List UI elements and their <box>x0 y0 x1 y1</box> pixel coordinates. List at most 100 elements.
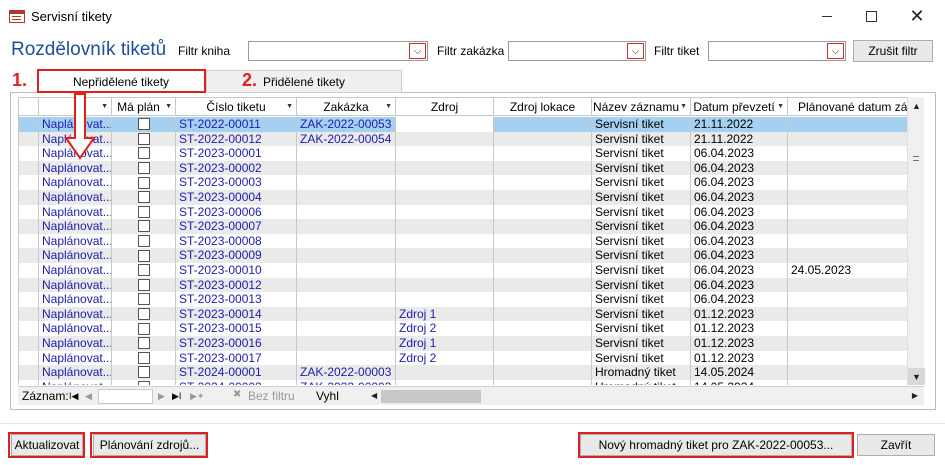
planovane-datum-cell[interactable] <box>788 321 908 336</box>
datum-prevzeti-cell[interactable]: 01.12.2023 <box>691 306 788 322</box>
checkbox[interactable] <box>137 162 150 175</box>
datum-prevzeti-cell[interactable]: 06.04.2023 <box>691 219 788 234</box>
schedule-link[interactable]: Naplánovat... <box>39 233 112 249</box>
zdroj-lokace-cell[interactable] <box>494 335 592 351</box>
row-selector[interactable] <box>19 219 39 234</box>
checkbox[interactable] <box>137 220 150 233</box>
zdroj-cell[interactable] <box>396 175 494 190</box>
ticket-number-cell[interactable]: ST-2023-00006 <box>176 204 297 220</box>
column-header-ma-plan[interactable]: Má plán ▼ <box>112 98 176 116</box>
zdroj-lokace-cell[interactable] <box>494 175 592 190</box>
checkbox[interactable] <box>137 132 150 145</box>
sort-dropdown-icon[interactable]: ▼ <box>777 103 784 110</box>
nazev-cell[interactable]: Servisní tiket <box>592 233 691 249</box>
row-selector[interactable] <box>19 175 39 190</box>
sort-dropdown-icon[interactable]: ▼ <box>680 103 687 110</box>
sort-dropdown-icon[interactable]: ▼ <box>165 103 172 110</box>
datum-prevzeti-cell[interactable]: 14.05.2024 <box>691 379 788 385</box>
schedule-link[interactable]: Naplánovat... <box>39 248 112 263</box>
planovane-datum-cell[interactable] <box>788 160 908 176</box>
ticket-number-cell[interactable]: ST-2023-00003 <box>176 175 297 190</box>
planovane-datum-cell[interactable] <box>788 131 908 147</box>
zakazka-cell[interactable] <box>297 335 396 351</box>
zdroj-cell[interactable] <box>396 379 494 385</box>
planovane-datum-cell[interactable] <box>788 292 908 307</box>
nazev-cell[interactable]: Servisní tiket <box>592 175 691 190</box>
zdroj-cell[interactable] <box>396 117 494 132</box>
datum-prevzeti-cell[interactable]: 06.04.2023 <box>691 277 788 293</box>
schedule-link[interactable]: Naplánovat... <box>39 204 112 220</box>
column-header-datum-prevzeti[interactable]: Datum převzetí ▼ <box>691 98 788 116</box>
last-record-icon[interactable]: ▶I <box>172 391 181 402</box>
scroll-left-icon[interactable]: ◀ <box>371 391 377 400</box>
zakazka-cell[interactable]: ZAK-2022-00003 <box>297 379 396 385</box>
zakazka-cell[interactable] <box>297 204 396 220</box>
grid-horizontal-scrollbar[interactable]: ◀ ▶ <box>369 389 922 404</box>
planovane-datum-cell[interactable] <box>788 379 908 385</box>
prev-record-icon[interactable]: ◀ <box>85 391 92 402</box>
checkbox[interactable] <box>137 308 150 321</box>
zdroj-cell[interactable]: Zdroj 1 <box>396 335 494 351</box>
next-record-icon[interactable]: ▶ <box>158 391 165 402</box>
scroll-down-icon[interactable]: ▼ <box>908 368 925 385</box>
table-row[interactable]: Naplánovat... ST-2023-00002 Servisní tiket… <box>19 160 908 176</box>
table-row[interactable]: Naplánovat... ST-2023-00009 Servisní tiket… <box>19 248 908 263</box>
zdroj-lokace-cell[interactable] <box>494 233 592 249</box>
column-header-zakazka[interactable]: Zakázka ▼ <box>297 98 396 116</box>
checkbox[interactable] <box>137 293 150 306</box>
table-row[interactable]: Naplánovat... ST-2023-00008 Servisní tiket… <box>19 233 908 249</box>
zdroj-lokace-cell[interactable] <box>494 146 592 161</box>
nazev-cell[interactable]: Servisní tiket <box>592 262 691 278</box>
checkbox[interactable] <box>137 205 150 218</box>
planovane-datum-cell[interactable] <box>788 204 908 220</box>
column-header-planovane-datum[interactable]: Plánované datum zás <box>788 98 908 116</box>
nazev-cell[interactable]: Servisní tiket <box>592 204 691 220</box>
checkbox[interactable] <box>137 264 150 277</box>
checkbox[interactable] <box>137 351 150 364</box>
schedule-link[interactable]: Naplánovat... <box>39 277 112 293</box>
zakazka-cell[interactable] <box>297 160 396 176</box>
row-selector[interactable] <box>19 365 39 380</box>
nazev-cell[interactable]: Servisní tiket <box>592 306 691 322</box>
row-selector[interactable] <box>19 277 39 293</box>
zdroj-lokace-cell[interactable] <box>494 262 592 278</box>
filter-kniha-combo[interactable]: ⌵ <box>248 41 428 61</box>
ticket-number-cell[interactable]: ST-2023-00004 <box>176 189 297 205</box>
grid-vertical-scrollbar[interactable]: ▲ ▼ <box>907 97 925 385</box>
nazev-cell[interactable]: Servisní tiket <box>592 335 691 351</box>
nazev-cell[interactable]: Hromadný tiket <box>592 365 691 380</box>
schedule-link[interactable]: Naplánovat... <box>39 321 112 336</box>
nazev-cell[interactable]: Servisní tiket <box>592 219 691 234</box>
row-selector[interactable] <box>19 131 39 147</box>
zdroj-cell[interactable]: Zdroj 2 <box>396 350 494 366</box>
planovane-datum-cell[interactable] <box>788 248 908 263</box>
datum-prevzeti-cell[interactable]: 01.12.2023 <box>691 335 788 351</box>
datum-prevzeti-cell[interactable]: 06.04.2023 <box>691 248 788 263</box>
nazev-cell[interactable]: Hromadný tiket <box>592 379 691 385</box>
datum-prevzeti-cell[interactable]: 06.04.2023 <box>691 262 788 278</box>
planovane-datum-cell[interactable] <box>788 365 908 380</box>
zakazka-cell[interactable] <box>297 175 396 190</box>
row-selector[interactable] <box>19 321 39 336</box>
scroll-thumb[interactable] <box>913 156 919 161</box>
ticket-number-cell[interactable]: ST-2023-00009 <box>176 248 297 263</box>
schedule-link[interactable]: Naplánovat... <box>39 189 112 205</box>
filter-zakazka-combo[interactable]: ⌵ <box>508 41 646 61</box>
close-button[interactable]: Zavřít <box>857 434 935 456</box>
table-row[interactable]: Naplánovat...ST-2022-00012ZAK-2022-00054… <box>19 131 908 147</box>
column-header-zdroj[interactable]: Zdroj <box>396 98 494 116</box>
table-row[interactable]: Naplánovat...ST-2022-00011ZAK-2022-00053… <box>19 117 908 132</box>
row-selector[interactable] <box>19 160 39 176</box>
nazev-cell[interactable]: Servisní tiket <box>592 350 691 366</box>
zdroj-lokace-cell[interactable] <box>494 131 592 147</box>
table-row[interactable]: Naplánovat... ST-2024-00002ZAK-2022-00003… <box>19 379 908 385</box>
zdroj-cell[interactable] <box>396 233 494 249</box>
row-selector[interactable] <box>19 306 39 322</box>
sort-dropdown-icon[interactable]: ▼ <box>385 103 392 110</box>
ticket-number-cell[interactable]: ST-2023-00001 <box>176 146 297 161</box>
schedule-link[interactable]: Naplánovat... <box>39 219 112 234</box>
scroll-up-icon[interactable]: ▲ <box>908 97 925 114</box>
zakazka-cell[interactable]: ZAK-2022-00003 <box>297 365 396 380</box>
datum-prevzeti-cell[interactable]: 21.11.2022 <box>691 131 788 147</box>
schedule-link[interactable]: Naplánovat... <box>39 335 112 351</box>
